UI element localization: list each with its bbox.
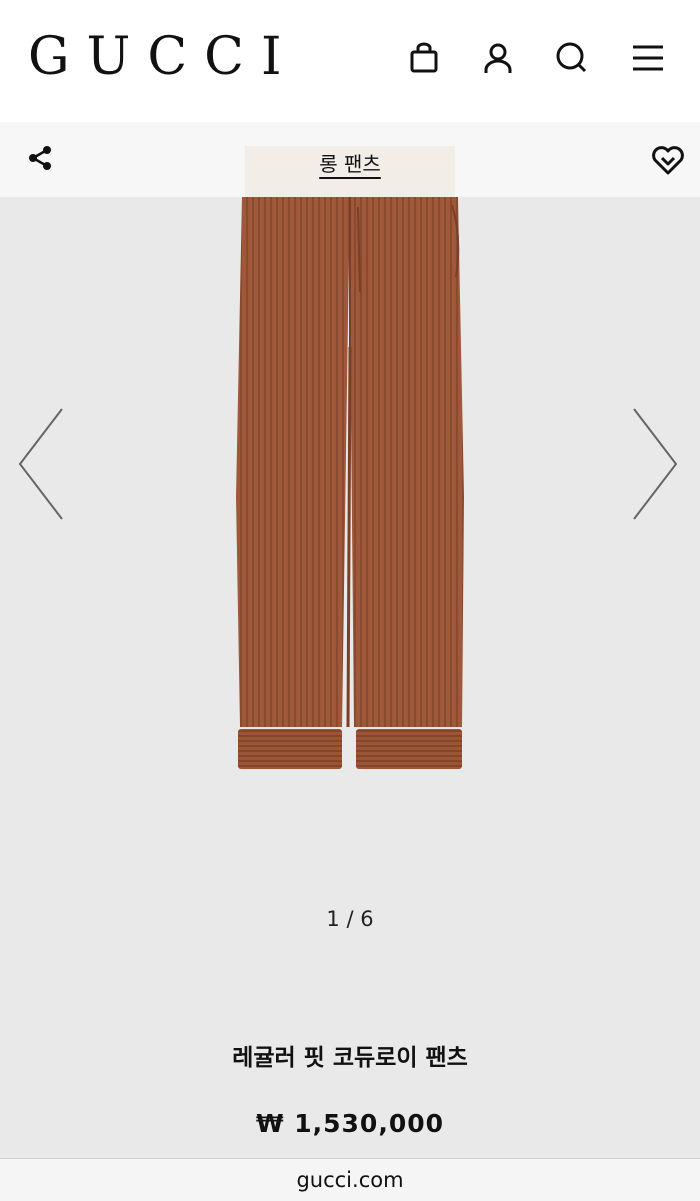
product-subbar: 롱 팬츠 — [0, 122, 700, 198]
share-button[interactable] — [22, 140, 58, 176]
chevron-left-icon — [18, 408, 63, 520]
search-button[interactable] — [552, 38, 592, 78]
browser-url-bar[interactable]: gucci.com — [0, 1158, 700, 1201]
category-link[interactable]: 롱 팬츠 — [319, 148, 381, 177]
product-name: 레귤러 핏 코듀로이 팬츠 — [232, 1045, 468, 1071]
search-icon — [556, 42, 587, 73]
previous-image-button[interactable] — [16, 407, 66, 522]
category-pill: 롱 팬츠 — [245, 146, 455, 198]
product-price: ₩ 1,530,000 — [255, 1109, 445, 1138]
chevron-right-icon — [633, 408, 678, 520]
menu-button[interactable] — [628, 38, 668, 78]
user-icon — [484, 43, 512, 73]
shopping-bag-icon — [410, 42, 438, 73]
gucci-logo[interactable]: GUCCI — [28, 28, 298, 86]
product-image[interactable] — [230, 197, 470, 777]
account-button[interactable] — [478, 38, 518, 78]
wishlist-button[interactable] — [650, 142, 686, 178]
share-icon — [29, 146, 51, 170]
product-gallery — [0, 197, 700, 817]
shopping-bag-button[interactable] — [404, 38, 444, 78]
menu-icon — [633, 45, 663, 71]
image-counter: 1 / 6 — [326, 907, 374, 931]
site-header: GUCCI — [0, 0, 700, 122]
heart-icon — [652, 146, 684, 175]
url-text: gucci.com — [296, 1168, 404, 1192]
next-image-button[interactable] — [630, 407, 680, 522]
